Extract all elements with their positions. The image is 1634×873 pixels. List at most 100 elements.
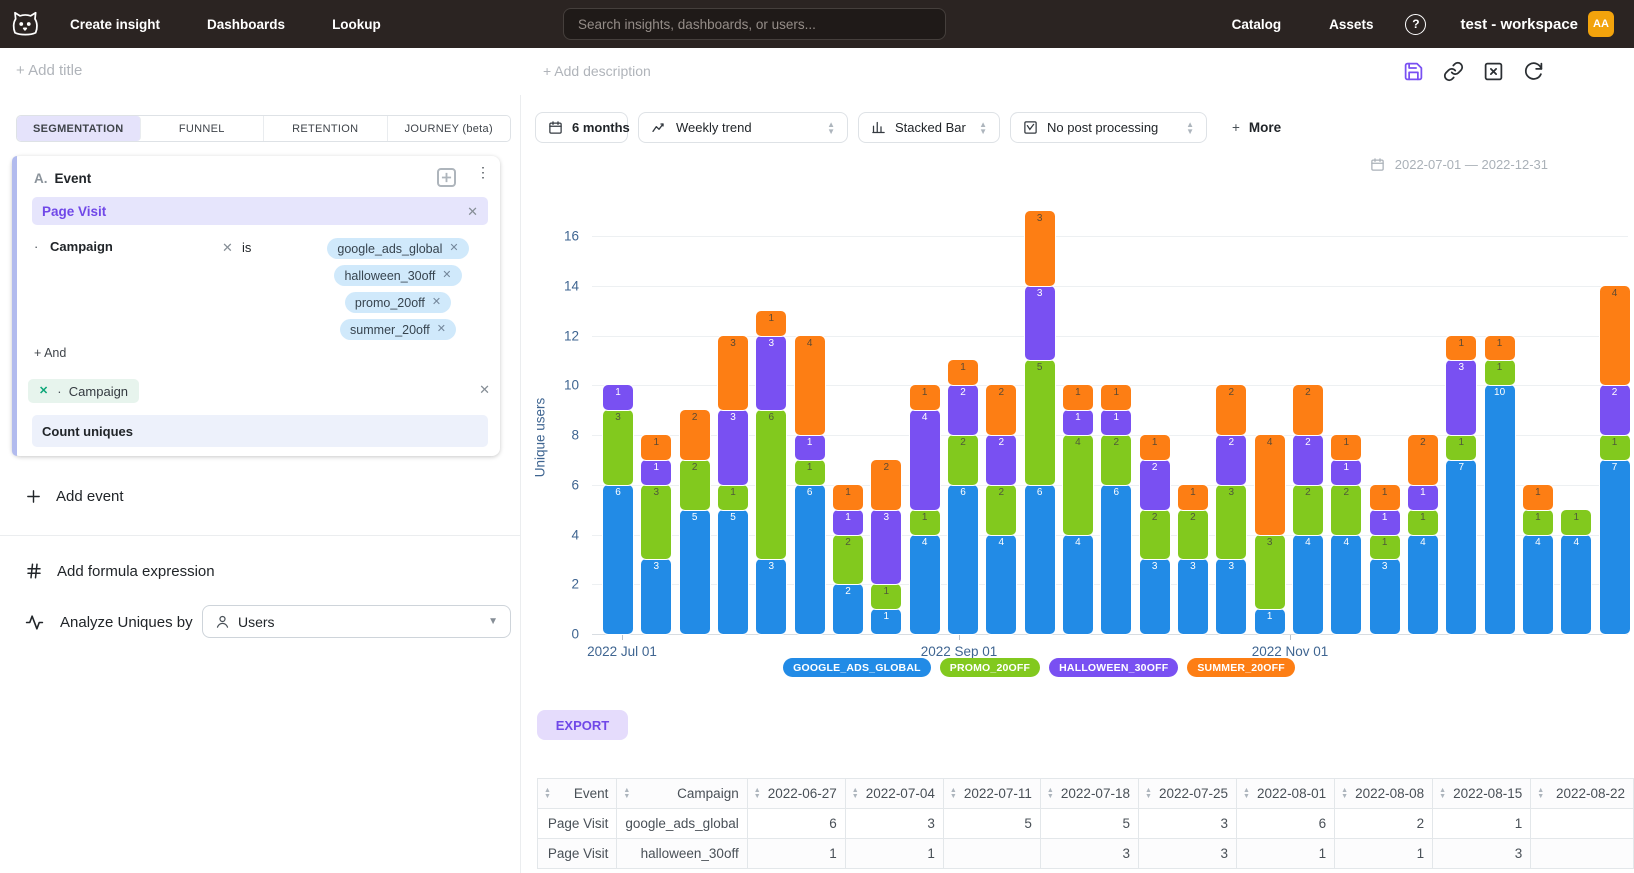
- filter-value-chip[interactable]: google_ads_global✕: [327, 238, 468, 259]
- workspace-name[interactable]: test - workspace: [1460, 16, 1578, 33]
- bar-segment-google_ads_global[interactable]: 7: [1446, 460, 1476, 634]
- bar-segment-google_ads_global[interactable]: 2: [833, 584, 863, 634]
- bar-segment-google_ads_global[interactable]: 3: [756, 559, 786, 634]
- bar-segment-summer_20off[interactable]: 4: [1600, 286, 1630, 386]
- bar-segment-google_ads_global[interactable]: 7: [1600, 460, 1630, 634]
- help-icon[interactable]: ?: [1405, 14, 1426, 35]
- column-header[interactable]: ▲▼2022-08-22: [1531, 779, 1634, 809]
- bar-segment-google_ads_global[interactable]: 3: [1140, 559, 1170, 634]
- bar-segment-halloween_30off[interactable]: 1: [1331, 460, 1361, 485]
- bar-segment-halloween_30off[interactable]: 1: [641, 460, 671, 485]
- bar-segment-summer_20off[interactable]: 4: [1255, 435, 1285, 535]
- bar-segment-summer_20off[interactable]: 1: [1370, 485, 1400, 510]
- column-header[interactable]: ▲▼2022-07-25: [1138, 779, 1236, 809]
- bar-segment-summer_20off[interactable]: 4: [795, 336, 825, 436]
- sort-icon[interactable]: ▲▼: [1047, 788, 1054, 800]
- bar-segment-summer_20off[interactable]: 2: [680, 410, 710, 460]
- bar-segment-google_ads_global[interactable]: 6: [1101, 485, 1131, 634]
- bar-segment-promo_20off[interactable]: 2: [1178, 510, 1208, 560]
- refresh-icon[interactable]: [1523, 61, 1544, 82]
- remove-event-icon[interactable]: ✕: [467, 205, 478, 218]
- add-title-button[interactable]: + Add title: [16, 62, 82, 79]
- bar-segment-summer_20off[interactable]: 2: [1293, 385, 1323, 435]
- bar-segment-summer_20off[interactable]: 2: [871, 460, 901, 510]
- bar-segment-promo_20off[interactable]: 1: [910, 510, 940, 535]
- bar-segment-summer_20off[interactable]: 1: [756, 311, 786, 336]
- bar-segment-halloween_30off[interactable]: 1: [1063, 410, 1093, 435]
- bar-segment-halloween_30off[interactable]: 3: [718, 410, 748, 485]
- bar-segment-google_ads_global[interactable]: 6: [603, 485, 633, 634]
- bar-segment-google_ads_global[interactable]: 3: [641, 559, 671, 634]
- bar-segment-promo_20off[interactable]: 3: [1216, 485, 1246, 560]
- event-select[interactable]: Page Visit ✕: [32, 197, 488, 225]
- bar-segment-summer_20off[interactable]: 2: [1408, 435, 1438, 485]
- sort-icon[interactable]: ▲▼: [1341, 788, 1348, 800]
- sort-icon[interactable]: ▲▼: [1537, 788, 1544, 800]
- bar-segment-summer_20off[interactable]: 1: [910, 385, 940, 410]
- bar-segment-google_ads_global[interactable]: 1: [871, 609, 901, 634]
- bar-segment-google_ads_global[interactable]: 4: [1063, 535, 1093, 635]
- remove-value-icon[interactable]: ✕: [432, 297, 441, 308]
- bar-segment-promo_20off[interactable]: 2: [948, 435, 978, 485]
- bar-segment-google_ads_global[interactable]: 4: [986, 535, 1016, 635]
- sort-icon[interactable]: ▲▼: [1243, 788, 1250, 800]
- bar-segment-summer_20off[interactable]: 1: [641, 435, 671, 460]
- column-header[interactable]: ▲▼2022-08-01: [1237, 779, 1335, 809]
- bar-segment-halloween_30off[interactable]: 2: [1293, 435, 1323, 485]
- bar-segment-halloween_30off[interactable]: 1: [833, 510, 863, 535]
- bar-segment-summer_20off[interactable]: 1: [1446, 336, 1476, 361]
- tab-segmentation[interactable]: SEGMENTATION: [17, 116, 141, 141]
- sort-icon[interactable]: ▲▼: [950, 788, 957, 800]
- bar-segment-promo_20off[interactable]: 4: [1063, 435, 1093, 535]
- column-header[interactable]: ▲▼2022-08-08: [1335, 779, 1433, 809]
- tab-funnel[interactable]: FUNNEL: [141, 116, 265, 141]
- avatar[interactable]: AA: [1588, 11, 1614, 37]
- bar-segment-promo_20off[interactable]: 1: [1561, 510, 1591, 535]
- filter-value-chip[interactable]: summer_20off✕: [340, 319, 456, 340]
- bar-segment-google_ads_global[interactable]: 6: [948, 485, 978, 634]
- bar-segment-summer_20off[interactable]: 3: [1025, 211, 1055, 286]
- bar-segment-summer_20off[interactable]: 1: [948, 360, 978, 385]
- bar-segment-promo_20off[interactable]: 1: [1370, 535, 1400, 560]
- bar-segment-google_ads_global[interactable]: 4: [910, 535, 940, 635]
- bar-segment-promo_20off[interactable]: 3: [1255, 535, 1285, 610]
- bar-segment-halloween_30off[interactable]: 2: [1140, 460, 1170, 510]
- remove-value-icon[interactable]: ✕: [437, 324, 446, 335]
- bar-segment-google_ads_global[interactable]: 3: [1178, 559, 1208, 634]
- bar-segment-halloween_30off[interactable]: 4: [910, 410, 940, 510]
- bar-segment-google_ads_global[interactable]: 4: [1561, 535, 1591, 635]
- bar-segment-halloween_30off[interactable]: 1: [1370, 510, 1400, 535]
- bar-segment-summer_20off[interactable]: 1: [1178, 485, 1208, 510]
- visualization-select[interactable]: Stacked Bar ▲▼: [858, 112, 1000, 143]
- bar-segment-halloween_30off[interactable]: 3: [1446, 360, 1476, 435]
- bar-segment-summer_20off[interactable]: 2: [1216, 385, 1246, 435]
- filter-value-chip[interactable]: halloween_30off✕: [334, 265, 461, 286]
- analyze-by-select[interactable]: Users ▼: [202, 605, 511, 638]
- add-description-button[interactable]: + Add description: [543, 63, 651, 79]
- bar-segment-halloween_30off[interactable]: 2: [986, 435, 1016, 485]
- bar-segment-summer_20off[interactable]: 1: [1523, 485, 1553, 510]
- legend-chip-halloween_30off[interactable]: HALLOWEEN_30OFF: [1049, 658, 1178, 677]
- bar-segment-promo_20off[interactable]: 3: [641, 485, 671, 560]
- nav-catalog[interactable]: Catalog: [1232, 17, 1282, 32]
- bar-segment-summer_20off[interactable]: 3: [718, 336, 748, 411]
- bar-segment-summer_20off[interactable]: 1: [1063, 385, 1093, 410]
- bar-segment-summer_20off[interactable]: 2: [986, 385, 1016, 435]
- add-event-button[interactable]: Add event: [25, 488, 124, 505]
- column-header[interactable]: ▲▼2022-07-11: [943, 779, 1040, 809]
- remove-value-icon[interactable]: ✕: [442, 270, 451, 281]
- clear-breakdown-icon[interactable]: ✕: [479, 383, 490, 396]
- sort-icon[interactable]: ▲▼: [1439, 788, 1446, 800]
- add-formula-button[interactable]: Add formula expression: [25, 562, 215, 580]
- nav-lookup[interactable]: Lookup: [332, 17, 381, 32]
- bar-segment-promo_20off[interactable]: 2: [1293, 485, 1323, 535]
- remove-value-icon[interactable]: ✕: [449, 243, 458, 254]
- date-period-button[interactable]: 6 months: [535, 112, 628, 143]
- bar-segment-promo_20off[interactable]: 2: [680, 460, 710, 510]
- column-header[interactable]: ▲▼2022-06-27: [747, 779, 845, 809]
- bar-segment-summer_20off[interactable]: 1: [1485, 336, 1515, 361]
- bar-segment-promo_20off[interactable]: 2: [1140, 510, 1170, 560]
- bar-segment-promo_20off[interactable]: 6: [756, 410, 786, 559]
- bar-segment-promo_20off[interactable]: 1: [1408, 510, 1438, 535]
- bar-segment-summer_20off[interactable]: 1: [833, 485, 863, 510]
